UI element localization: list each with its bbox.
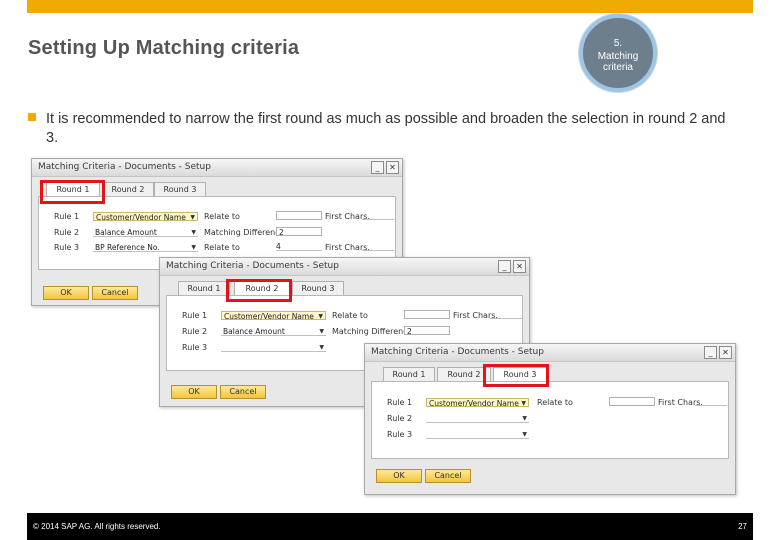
relate-to-field[interactable] bbox=[404, 310, 450, 319]
tab-round-3[interactable]: Round 3 bbox=[292, 281, 344, 295]
step-badge: 5. Matching criteria bbox=[579, 14, 657, 92]
window-titlebar: Matching Criteria - Documents - Setup _ … bbox=[365, 344, 735, 362]
chevron-down-icon: ▼ bbox=[319, 344, 324, 351]
setup-window-round-3: Matching Criteria - Documents - Setup _ … bbox=[364, 343, 736, 495]
close-icon[interactable]: ✕ bbox=[513, 260, 526, 273]
minimize-icon[interactable]: _ bbox=[371, 161, 384, 174]
rule-3-value: BP Reference No. bbox=[95, 243, 160, 252]
chevron-down-icon: ▼ bbox=[319, 328, 324, 335]
cancel-button[interactable]: Cancel bbox=[92, 286, 138, 300]
cancel-button[interactable]: Cancel bbox=[220, 385, 266, 399]
chevron-down-icon: ▼ bbox=[190, 214, 195, 221]
page-number: 27 bbox=[738, 522, 747, 531]
rule-label: Rule 3 bbox=[387, 430, 413, 439]
matching-difference-label: Matching Difference bbox=[332, 327, 413, 336]
cancel-button[interactable]: Cancel bbox=[425, 469, 471, 483]
close-icon[interactable]: ✕ bbox=[719, 346, 732, 359]
window-titlebar: Matching Criteria - Documents - Setup _ … bbox=[32, 159, 402, 177]
ok-button[interactable]: OK bbox=[376, 469, 422, 483]
rule-1-select[interactable]: Customer/Vendor Name ▼ bbox=[426, 398, 529, 408]
step-badge-number: 5. bbox=[613, 38, 623, 49]
window-titlebar: Matching Criteria - Documents - Setup _ … bbox=[160, 258, 529, 276]
rule-label: Rule 1 bbox=[182, 311, 208, 320]
window-title: Matching Criteria - Documents - Setup bbox=[38, 162, 211, 172]
relate-to-label: Relate to bbox=[204, 243, 240, 252]
relate-to-chars-field[interactable]: 4 bbox=[276, 242, 322, 251]
rule-2-select[interactable]: Balance Amount ▼ bbox=[93, 228, 198, 237]
chevron-down-icon: ▼ bbox=[522, 415, 527, 422]
chevron-down-icon: ▼ bbox=[522, 431, 527, 438]
chevron-down-icon: ▼ bbox=[191, 229, 196, 236]
rule-1-value: Customer/Vendor Name bbox=[224, 312, 314, 321]
matching-difference-label: Matching Difference bbox=[204, 228, 285, 237]
rule-label: Rule 2 bbox=[54, 228, 80, 237]
rule-label: Rule 2 bbox=[182, 327, 208, 336]
rule-label: Rule 2 bbox=[387, 414, 413, 423]
chevron-down-icon: ▼ bbox=[318, 313, 323, 320]
rule-label: Rule 1 bbox=[54, 212, 80, 221]
rule-label: Rule 3 bbox=[182, 343, 208, 352]
rule-3-select[interactable]: BP Reference No. ▼ bbox=[93, 243, 198, 252]
ok-button[interactable]: OK bbox=[43, 286, 89, 300]
footer-bar: © 2014 SAP AG. All rights reserved. 27 bbox=[27, 513, 753, 540]
rule-2-select[interactable]: Balance Amount ▼ bbox=[221, 327, 326, 336]
tab-round-2[interactable]: Round 2 bbox=[102, 182, 154, 196]
rule-2-value: Balance Amount bbox=[95, 228, 157, 237]
minimize-icon[interactable]: _ bbox=[498, 260, 511, 273]
relate-to-label: Relate to bbox=[204, 212, 240, 221]
slide-title: Setting Up Matching criteria bbox=[28, 37, 300, 59]
active-tab-highlight-round-1 bbox=[40, 180, 105, 204]
ok-button[interactable]: OK bbox=[171, 385, 217, 399]
top-accent-bar bbox=[27, 0, 753, 13]
active-tab-highlight-round-3 bbox=[483, 364, 549, 387]
rule-2-value: Balance Amount bbox=[223, 327, 285, 336]
rule-3-select[interactable]: ▼ bbox=[221, 343, 326, 352]
step-badge-label: Matching criteria bbox=[597, 51, 639, 73]
rule-1-value: Customer/Vendor Name bbox=[96, 213, 186, 222]
relate-to-label: Relate to bbox=[537, 398, 573, 407]
rule-3-chars-field[interactable] bbox=[362, 242, 394, 251]
matching-difference-field[interactable]: 2 bbox=[404, 326, 450, 336]
rule-label: Rule 3 bbox=[54, 243, 80, 252]
rule-2-select[interactable]: ▼ bbox=[426, 414, 529, 423]
window-title: Matching Criteria - Documents - Setup bbox=[166, 261, 339, 271]
window-title: Matching Criteria - Documents - Setup bbox=[371, 347, 544, 357]
tab-round-1[interactable]: Round 1 bbox=[383, 367, 435, 381]
rule-1-select[interactable]: Customer/Vendor Name ▼ bbox=[93, 212, 198, 222]
rule-1-chars-field[interactable] bbox=[490, 310, 522, 319]
relate-to-label: Relate to bbox=[332, 311, 368, 320]
tab-round-3[interactable]: Round 3 bbox=[154, 182, 206, 196]
rule-1-chars-field[interactable] bbox=[362, 211, 394, 220]
bullet-marker bbox=[28, 113, 36, 121]
rule-1-value: Customer/Vendor Name bbox=[429, 399, 519, 408]
active-tab-highlight-round-2 bbox=[226, 279, 292, 302]
chevron-down-icon: ▼ bbox=[521, 400, 526, 407]
relate-to-field[interactable] bbox=[609, 397, 655, 406]
copyright-text: © 2014 SAP AG. All rights reserved. bbox=[33, 522, 161, 531]
rule-3-select[interactable]: ▼ bbox=[426, 430, 529, 439]
bullet-text: It is recommended to narrow the first ro… bbox=[46, 111, 726, 146]
rule-1-chars-field[interactable] bbox=[695, 397, 727, 406]
relate-to-field[interactable] bbox=[276, 211, 322, 220]
rules-panel bbox=[371, 381, 729, 459]
rule-1-select[interactable]: Customer/Vendor Name ▼ bbox=[221, 311, 326, 321]
chevron-down-icon: ▼ bbox=[191, 244, 196, 251]
matching-difference-field[interactable]: 2 bbox=[276, 227, 322, 237]
minimize-icon[interactable]: _ bbox=[704, 346, 717, 359]
tab-round-1[interactable]: Round 1 bbox=[178, 281, 230, 295]
rule-label: Rule 1 bbox=[387, 398, 413, 407]
close-icon[interactable]: ✕ bbox=[386, 161, 399, 174]
